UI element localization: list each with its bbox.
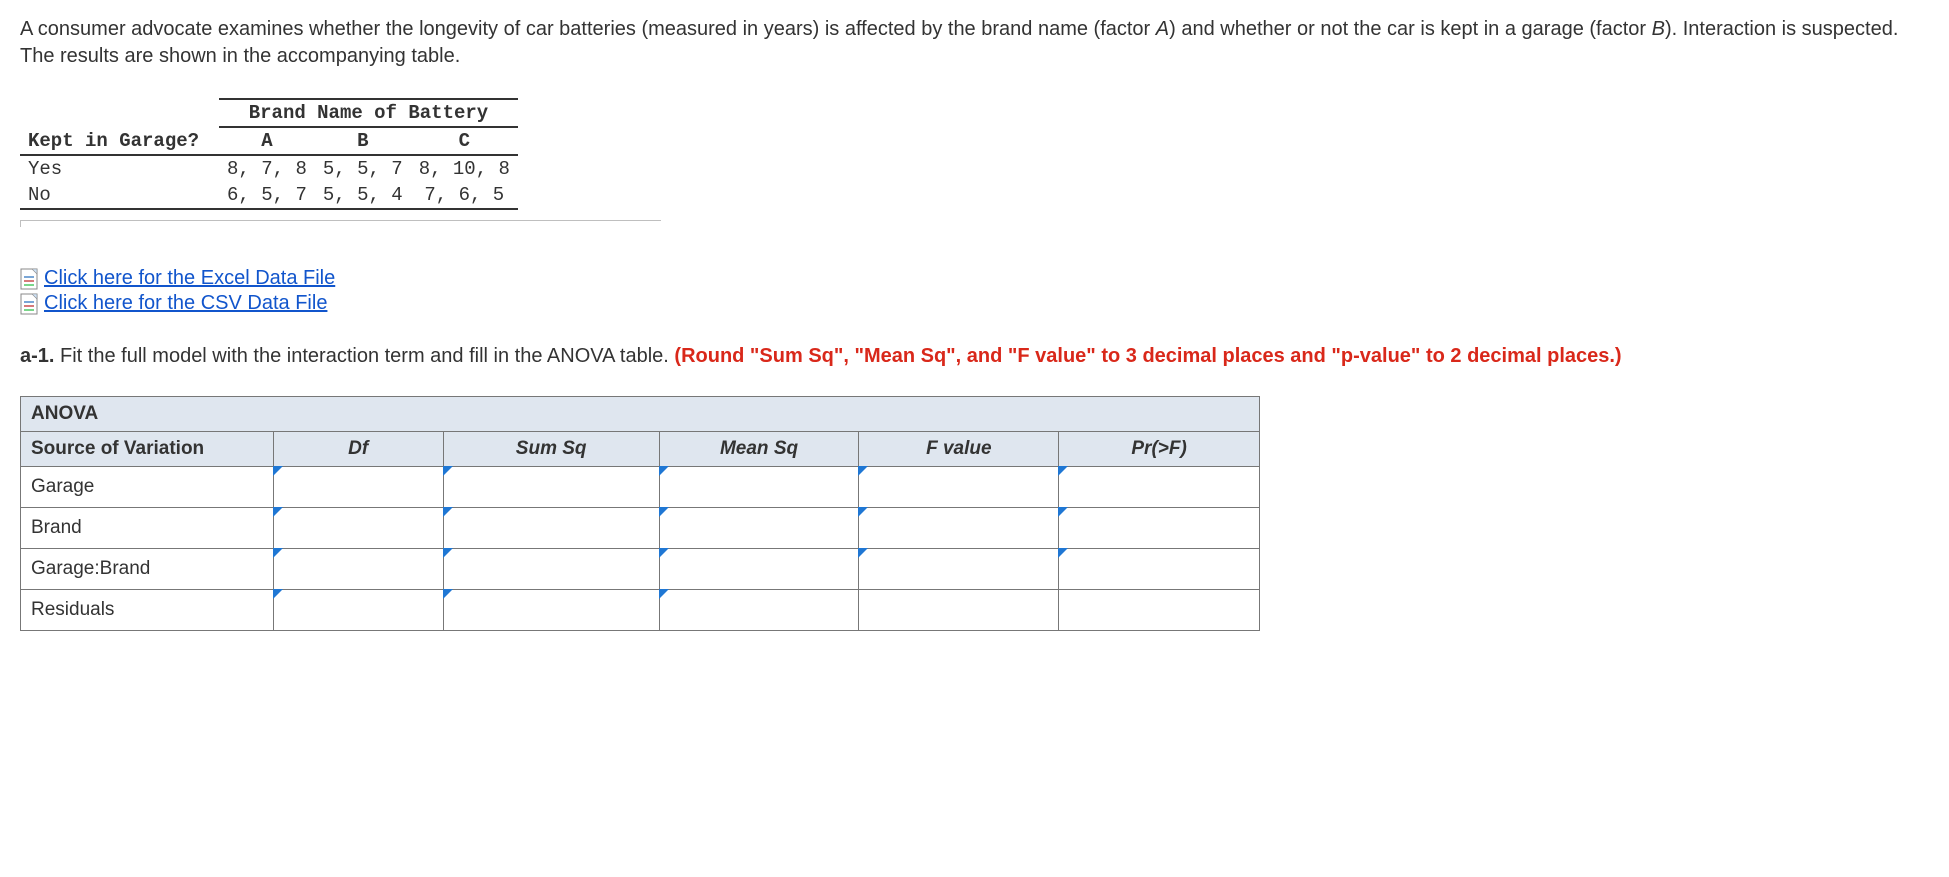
garage-header: Kept in Garage?: [20, 127, 219, 155]
problem-text-segment: ) and whether or not the car is kept in …: [1169, 18, 1651, 40]
input-garage-fvalue[interactable]: [859, 467, 1059, 508]
cell-no-a: 6, 5, 7: [219, 182, 315, 209]
factor-a-label: A: [1156, 18, 1169, 40]
input-garage-meansq[interactable]: [659, 467, 859, 508]
input-interaction-meansq[interactable]: [659, 549, 859, 590]
input-residuals-df[interactable]: [273, 590, 443, 631]
problem-statement: A consumer advocate examines whether the…: [20, 16, 1929, 70]
question-body: Fit the full model with the interaction …: [54, 345, 674, 367]
blank-residuals-fvalue: [859, 590, 1059, 631]
header-df: Df: [348, 438, 368, 459]
csv-file-link[interactable]: Click here for the CSV Data File: [44, 292, 327, 315]
row-yes-label: Yes: [20, 155, 219, 182]
row-label-interaction: Garage:Brand: [21, 549, 274, 590]
header-fvalue: F value: [926, 438, 991, 459]
cell-yes-b: 5, 5, 7: [315, 155, 411, 182]
row-label-residuals: Residuals: [21, 590, 274, 631]
header-prf: Pr(>F): [1131, 438, 1186, 459]
col-c-header: C: [411, 127, 518, 155]
input-garage-sumsq[interactable]: [443, 467, 659, 508]
file-icon: [20, 268, 38, 290]
col-a-header: A: [219, 127, 315, 155]
battery-data-table: Brand Name of Battery Kept in Garage? A …: [20, 98, 518, 210]
input-brand-prf[interactable]: [1059, 508, 1260, 549]
question-a1: a-1. Fit the full model with the interac…: [20, 343, 1929, 370]
problem-text-segment: A consumer advocate examines whether the…: [20, 18, 1156, 40]
divider-bar: [20, 220, 661, 227]
question-rounding-note: (Round "Sum Sq", "Mean Sq", and "F value…: [674, 345, 1621, 367]
input-interaction-fvalue[interactable]: [859, 549, 1059, 590]
excel-file-link[interactable]: Click here for the Excel Data File: [44, 267, 335, 290]
input-brand-sumsq[interactable]: [443, 508, 659, 549]
blank-residuals-prf: [1059, 590, 1260, 631]
cell-no-b: 5, 5, 4: [315, 182, 411, 209]
header-sumsq: Sum Sq: [516, 438, 587, 459]
input-residuals-meansq[interactable]: [659, 590, 859, 631]
col-b-header: B: [315, 127, 411, 155]
question-prefix: a-1.: [20, 345, 54, 367]
input-interaction-prf[interactable]: [1059, 549, 1260, 590]
input-interaction-sumsq[interactable]: [443, 549, 659, 590]
anova-title: ANOVA: [21, 397, 1260, 432]
factor-b-label: B: [1652, 18, 1665, 40]
input-brand-fvalue[interactable]: [859, 508, 1059, 549]
file-icon: [20, 293, 38, 315]
row-label-brand: Brand: [21, 508, 274, 549]
file-links-block: Click here for the Excel Data File Click…: [20, 267, 1929, 315]
row-label-garage: Garage: [21, 467, 274, 508]
data-table-container: Brand Name of Battery Kept in Garage? A …: [20, 98, 1929, 210]
cell-yes-c: 8, 10, 8: [411, 155, 518, 182]
input-brand-df[interactable]: [273, 508, 443, 549]
row-no-label: No: [20, 182, 219, 209]
cell-no-c: 7, 6, 5: [411, 182, 518, 209]
input-garage-prf[interactable]: [1059, 467, 1260, 508]
header-meansq: Mean Sq: [720, 438, 798, 459]
brand-header: Brand Name of Battery: [219, 99, 518, 127]
anova-table: ANOVA Source of Variation Df Sum Sq Mean…: [20, 396, 1260, 631]
input-residuals-sumsq[interactable]: [443, 590, 659, 631]
input-brand-meansq[interactable]: [659, 508, 859, 549]
header-source: Source of Variation: [21, 432, 274, 467]
input-interaction-df[interactable]: [273, 549, 443, 590]
cell-yes-a: 8, 7, 8: [219, 155, 315, 182]
input-garage-df[interactable]: [273, 467, 443, 508]
